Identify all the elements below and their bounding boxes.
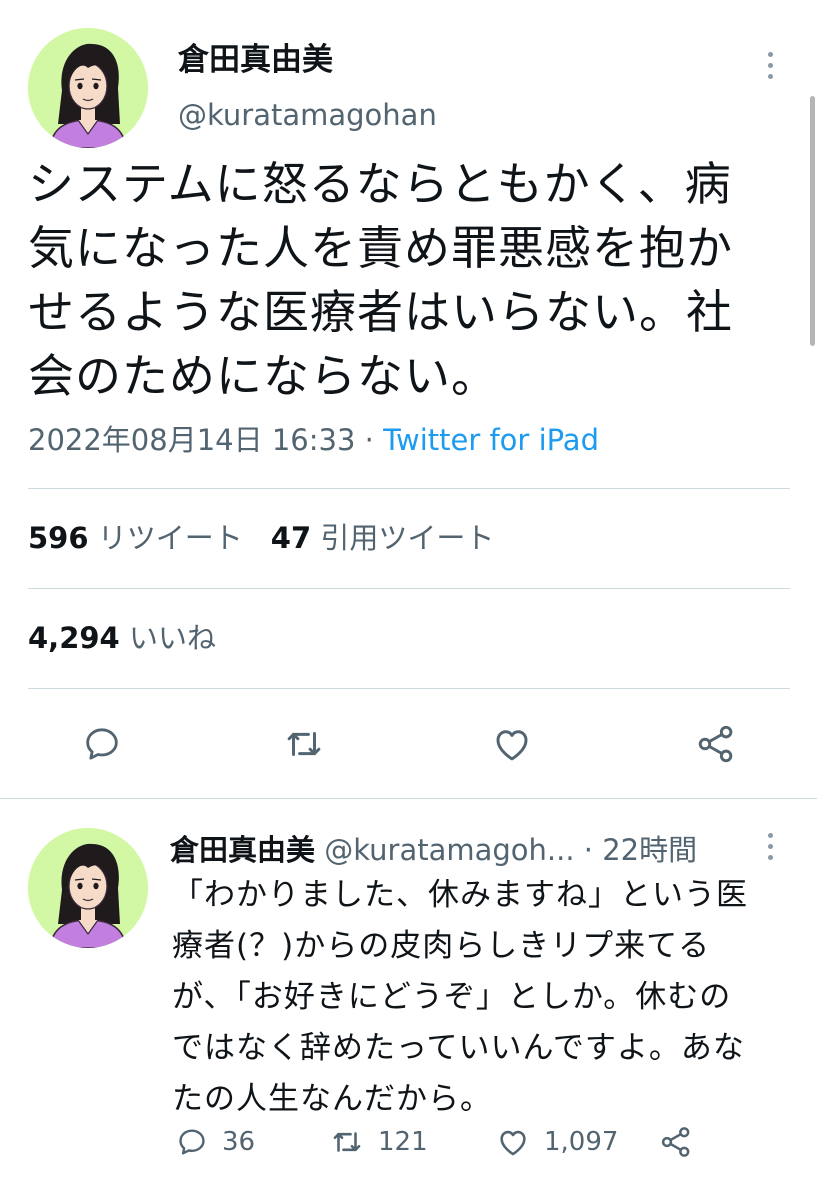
- reply-action-bar: 36 121 1,097: [170, 1120, 730, 1164]
- author-avatar[interactable]: [28, 28, 148, 148]
- quote-count: 47: [270, 521, 312, 555]
- author-handle[interactable]: @kuratamagohan: [178, 96, 437, 134]
- retweet-arrows-icon: [333, 1132, 361, 1152]
- divider: [28, 588, 790, 589]
- tweet-timestamp[interactable]: 2022年08月14日 16:33: [28, 423, 355, 457]
- reply-text-line: 「わかりました、休みますね」という医: [172, 877, 748, 913]
- divider: [28, 488, 790, 489]
- avatar-illustration: [28, 28, 148, 148]
- reply-author-handle[interactable]: @kuratamagoh...: [324, 833, 574, 867]
- heart-icon: [496, 730, 528, 761]
- author-name[interactable]: 倉田真由美: [178, 40, 333, 80]
- retweet-stats: 596 リツイート 47 引用ツイート: [28, 518, 494, 558]
- reply-header: 倉田真由美 @kuratamagoh... · 22時間: [170, 830, 697, 870]
- reply-like-count: 1,097: [544, 1127, 619, 1157]
- tweet-text-line: 会のためにならない。: [28, 349, 498, 403]
- heart-icon: [500, 1130, 526, 1156]
- tweet-meta: 2022年08月14日 16:33 · Twitter for iPad: [28, 420, 599, 460]
- speech-bubble-icon: [179, 1129, 205, 1155]
- tweet-text-line: せるような医療者はいらない。社: [28, 285, 733, 339]
- more-vertical-icon[interactable]: [760, 833, 780, 860]
- main-tweet: 倉田真由美 @kuratamagohan システムに怒るならともかく、病 気にな…: [0, 0, 817, 800]
- reply-button[interactable]: [74, 716, 130, 772]
- retweets-link[interactable]: 596 リツイート: [28, 521, 243, 555]
- divider: [28, 688, 790, 689]
- action-bar: [0, 716, 817, 772]
- speech-bubble-icon: [86, 728, 118, 760]
- like-button[interactable]: [484, 716, 540, 772]
- meta-separator: ·: [355, 423, 384, 457]
- reply-text-line: たの人生なんだから。: [172, 1081, 492, 1117]
- reply-retweet-count: 121: [378, 1127, 428, 1157]
- reply-author-name[interactable]: 倉田真由美: [170, 833, 315, 867]
- reply-author-avatar[interactable]: [28, 828, 148, 948]
- like-stats[interactable]: 4,294 いいね: [28, 618, 216, 658]
- share-icon: [698, 725, 733, 763]
- reply-like-button[interactable]: 1,097: [496, 1120, 618, 1164]
- reply-count: 36: [222, 1127, 256, 1157]
- reply-text-line: 療者(？)からの皮肉らしきリプ来てる: [172, 928, 711, 964]
- more-vertical-icon[interactable]: [760, 52, 780, 79]
- reply-text-line: が、「お好きにどうぞ」としか。休むの: [172, 979, 732, 1015]
- tweet-text: システムに怒るならともかく、病 気になった人を責め罪悪感を抱か せるような医療者…: [28, 152, 798, 408]
- like-label: いいね: [128, 621, 216, 655]
- reply-text-line: ではなく辞めたっていいんですよ。あな: [172, 1030, 745, 1066]
- reply-reply-button[interactable]: 36: [176, 1120, 255, 1164]
- quote-label: 引用ツイート: [320, 521, 495, 555]
- tweet-text-line: システムに怒るならともかく、病: [28, 157, 732, 211]
- share-button[interactable]: [688, 716, 744, 772]
- retweet-count: 596: [28, 521, 89, 555]
- share-icon: [661, 1127, 690, 1157]
- tweet-source-link[interactable]: Twitter for iPad: [383, 423, 599, 457]
- reply-share-button[interactable]: [658, 1120, 694, 1164]
- retweet-arrows-icon: [287, 732, 321, 756]
- avatar-illustration: [28, 828, 148, 948]
- reply-text: 「わかりました、休みますね」という医 療者(？)からの皮肉らしきリプ来てる が、…: [172, 870, 792, 1125]
- reply-retweet-button[interactable]: 121: [330, 1120, 428, 1164]
- section-divider: [0, 798, 817, 799]
- retweet-label: リツイート: [97, 521, 243, 555]
- tweet-text-line: 気になった人を責め罪悪感を抱か: [28, 221, 733, 275]
- retweet-button[interactable]: [276, 716, 332, 772]
- like-count: 4,294: [28, 621, 120, 655]
- quotes-link[interactable]: 47 引用ツイート: [271, 521, 495, 555]
- reply-time-ago[interactable]: · 22時間: [584, 833, 697, 867]
